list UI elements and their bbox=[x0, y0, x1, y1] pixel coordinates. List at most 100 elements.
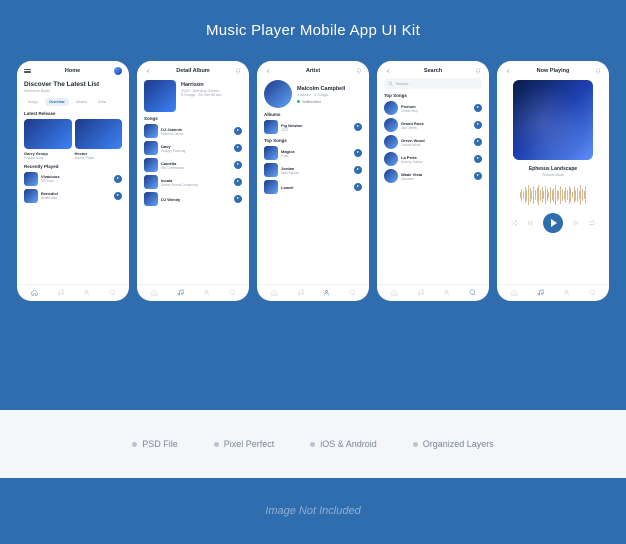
nav-music-icon[interactable] bbox=[297, 289, 304, 296]
feature-strip: PSD File Pixel Perfect iOS & Android Org… bbox=[0, 410, 626, 478]
previous-icon[interactable] bbox=[527, 220, 533, 226]
list-item[interactable]: JordanDeal Rejoice bbox=[264, 163, 362, 177]
nav-user-icon[interactable] bbox=[323, 289, 330, 296]
list-item[interactable]: DavySnappy Sourcing bbox=[144, 141, 242, 155]
tab-albums[interactable]: Albums bbox=[72, 98, 92, 106]
back-icon[interactable] bbox=[264, 67, 271, 74]
release-image bbox=[24, 119, 72, 149]
section-label: Songs bbox=[144, 116, 242, 121]
repeat-icon[interactable] bbox=[589, 220, 595, 226]
list-item[interactable]: DJ JeannieMoment Cleans bbox=[144, 124, 242, 138]
footer-note: Image Not Included bbox=[0, 478, 626, 544]
search-input[interactable]: Search… bbox=[384, 78, 482, 89]
bottom-nav bbox=[497, 284, 609, 301]
screen-search: Search Search… Top Songs FloriumCrowd St… bbox=[377, 61, 489, 301]
waveform[interactable] bbox=[504, 184, 602, 206]
track-thumb bbox=[144, 192, 158, 206]
nav-home-icon[interactable] bbox=[31, 289, 38, 296]
play-icon[interactable] bbox=[234, 127, 242, 135]
list-item[interactable]: Fig Newton2022 bbox=[264, 120, 362, 134]
bell-icon[interactable] bbox=[595, 67, 602, 74]
nav-user-icon[interactable] bbox=[203, 289, 210, 296]
list-item[interactable]: Lowell bbox=[264, 180, 362, 194]
play-icon[interactable] bbox=[474, 155, 482, 163]
tab-artist[interactable]: Artist bbox=[94, 98, 110, 106]
back-icon[interactable] bbox=[384, 67, 391, 74]
tab-overview[interactable]: Overview bbox=[45, 98, 69, 106]
nav-music-icon[interactable] bbox=[417, 289, 424, 296]
play-icon[interactable] bbox=[234, 144, 242, 152]
list-item[interactable]: La PerlaSociety Justice bbox=[384, 152, 482, 166]
play-icon[interactable] bbox=[234, 195, 242, 203]
nav-search-icon[interactable] bbox=[229, 289, 236, 296]
tabs: Songs Overview Albums Artist bbox=[24, 98, 122, 106]
feature-item: Pixel Perfect bbox=[214, 439, 275, 449]
play-icon[interactable] bbox=[474, 104, 482, 112]
list-item[interactable]: MagicaFood bbox=[264, 146, 362, 160]
section-label: Recently Played bbox=[24, 164, 122, 169]
release-card[interactable]: Garry Group Popular Song bbox=[24, 119, 72, 160]
menu-icon[interactable] bbox=[24, 68, 31, 75]
nav-user-icon[interactable] bbox=[563, 289, 570, 296]
track-thumb bbox=[144, 124, 158, 138]
list-item[interactable]: Green WoodCarmel World bbox=[384, 135, 482, 149]
play-icon[interactable] bbox=[234, 161, 242, 169]
play-icon[interactable] bbox=[354, 183, 362, 191]
banner-title: Music Player Mobile App UI Kit bbox=[0, 22, 626, 39]
verified-badge-icon bbox=[297, 100, 300, 103]
list-item[interactable]: Wade VistaDanmark bbox=[384, 169, 482, 183]
nav-search-icon[interactable] bbox=[349, 289, 356, 296]
back-icon[interactable] bbox=[504, 67, 511, 74]
avatar[interactable] bbox=[114, 67, 122, 75]
nav-search-icon[interactable] bbox=[469, 289, 476, 296]
bell-icon[interactable] bbox=[355, 67, 362, 74]
bell-icon[interactable] bbox=[475, 67, 482, 74]
back-icon[interactable] bbox=[144, 67, 151, 74]
nav-music-icon[interactable] bbox=[537, 289, 544, 296]
play-icon[interactable] bbox=[354, 166, 362, 174]
list-item[interactable]: BenedictBeatmatisa bbox=[24, 189, 122, 203]
screen-title: Home bbox=[65, 68, 80, 74]
nav-search-icon[interactable] bbox=[109, 289, 116, 296]
track-thumb bbox=[264, 180, 278, 194]
nav-user-icon[interactable] bbox=[83, 289, 90, 296]
play-icon[interactable] bbox=[354, 149, 362, 157]
nav-home-icon[interactable] bbox=[511, 289, 518, 296]
screen-title: Search bbox=[424, 68, 442, 74]
tab-songs[interactable]: Songs bbox=[24, 98, 42, 106]
play-icon[interactable] bbox=[114, 192, 122, 200]
play-icon[interactable] bbox=[234, 178, 242, 186]
list-item[interactable]: Grand RockJazz Metric bbox=[384, 118, 482, 132]
nav-music-icon[interactable] bbox=[177, 289, 184, 296]
bell-icon[interactable] bbox=[235, 67, 242, 74]
screen-home: Home Discover The Latest List Welcome Ba… bbox=[17, 61, 129, 301]
release-card[interactable]: Hector Anchor Player bbox=[75, 119, 123, 160]
list-item[interactable]: IncalaSecret Eternal Conspiracy bbox=[144, 175, 242, 189]
play-icon[interactable] bbox=[474, 138, 482, 146]
list-item[interactable]: VivaciousSin Soan bbox=[24, 172, 122, 186]
list-item[interactable]: DJ Wendy bbox=[144, 192, 242, 206]
album-cover bbox=[144, 80, 176, 112]
list-item[interactable]: FloriumCrowd Step bbox=[384, 101, 482, 115]
track-thumb bbox=[24, 172, 38, 186]
nav-search-icon[interactable] bbox=[589, 289, 596, 296]
screen-title: Now Playing bbox=[537, 68, 570, 74]
list-item[interactable]: CaméliaHip Commission bbox=[144, 158, 242, 172]
track-thumb bbox=[384, 169, 398, 183]
play-icon[interactable] bbox=[474, 121, 482, 129]
nav-home-icon[interactable] bbox=[391, 289, 398, 296]
next-icon[interactable] bbox=[573, 220, 579, 226]
bullet-icon bbox=[214, 442, 219, 447]
artist-avatar bbox=[264, 80, 292, 108]
bullet-icon bbox=[132, 442, 137, 447]
nav-user-icon[interactable] bbox=[443, 289, 450, 296]
play-icon[interactable] bbox=[474, 172, 482, 180]
play-pause-button[interactable] bbox=[543, 213, 563, 233]
nav-music-icon[interactable] bbox=[57, 289, 64, 296]
play-icon[interactable] bbox=[114, 175, 122, 183]
play-icon[interactable] bbox=[354, 123, 362, 131]
track-thumb bbox=[264, 163, 278, 177]
shuffle-icon[interactable] bbox=[511, 220, 517, 226]
nav-home-icon[interactable] bbox=[271, 289, 278, 296]
nav-home-icon[interactable] bbox=[151, 289, 158, 296]
